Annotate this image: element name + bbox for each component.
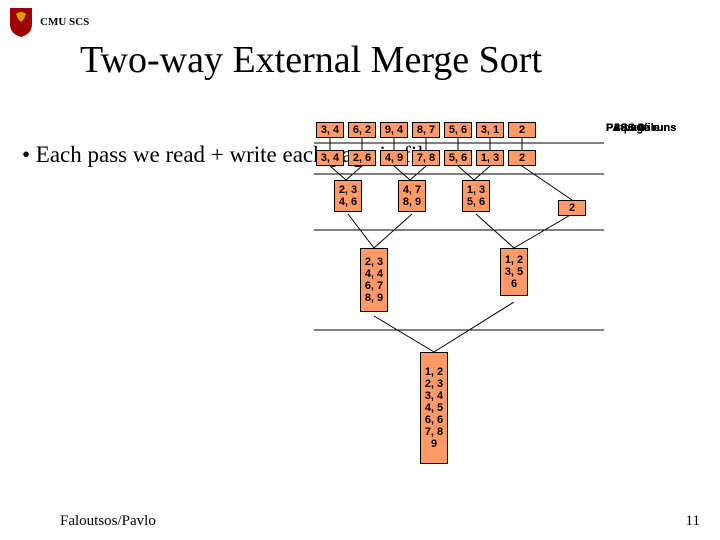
cell: 2 [558,200,586,216]
cell: 3, 4 [316,122,344,138]
merge-sort-diagram: 3, 4 6, 2 9, 4 8, 7 5, 6 3, 1 2 3, 4 2, … [314,122,710,522]
org-text: CMU SCS [40,16,89,28]
cell: 2 [508,122,536,138]
lbl-8page: 8-page runs [614,122,676,134]
cell: 6, 2 [348,122,376,138]
footer-author: Faloutsos/Pavlo [60,513,156,530]
cell: 5, 6 [444,150,472,166]
slide-title: Two-way External Merge Sort [80,38,542,82]
logo [8,6,34,38]
cell: 2, 6 [348,150,376,166]
cell: 9, 4 [380,122,408,138]
cell: 2, 34, 6 [334,180,362,212]
cell: 8, 7 [412,122,440,138]
cell: 2 [508,150,536,166]
cell: 3, 1 [476,122,504,138]
cell: 5, 6 [444,122,472,138]
cell: 1, 22, 33, 44, 56, 67, 89 [420,352,448,464]
connectors [314,122,710,522]
cell: 1, 23, 56 [500,248,528,296]
cell: 4, 9 [380,150,408,166]
cell: 2, 34, 46, 78, 9 [360,248,388,312]
cell: 4, 78, 9 [398,180,426,212]
cell: 7, 8 [412,150,440,166]
cell: 1, 3 [476,150,504,166]
cell: 3, 4 [316,150,344,166]
cell: 1, 35, 6 [462,180,490,212]
